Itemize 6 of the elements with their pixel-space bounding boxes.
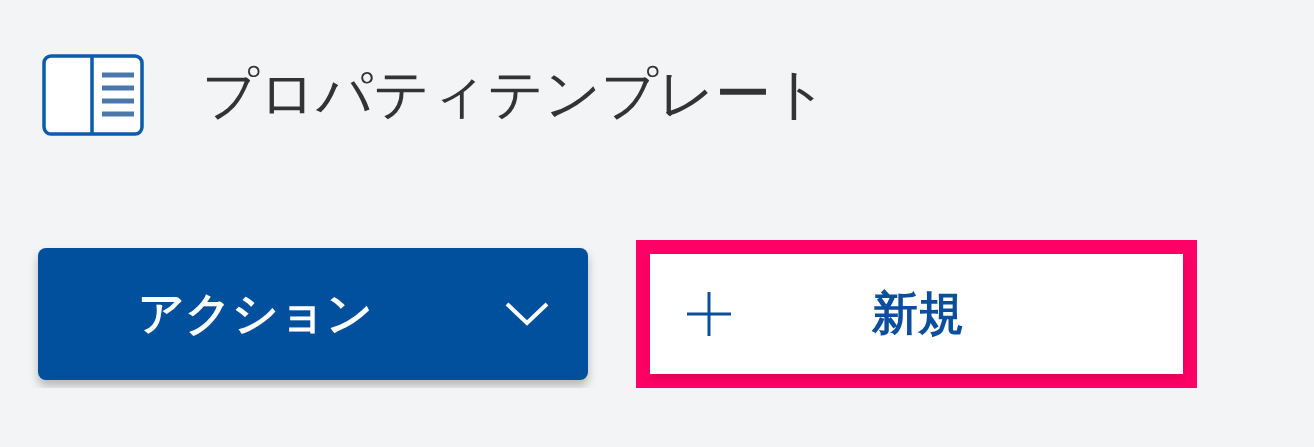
chevron-down-icon: [504, 301, 550, 327]
panel-icon: [42, 54, 144, 136]
page-title: プロパティテンプレート: [202, 60, 828, 128]
action-dropdown-button[interactable]: アクション: [38, 248, 588, 380]
new-button[interactable]: 新規: [650, 254, 1183, 374]
plus-icon: [686, 291, 732, 337]
